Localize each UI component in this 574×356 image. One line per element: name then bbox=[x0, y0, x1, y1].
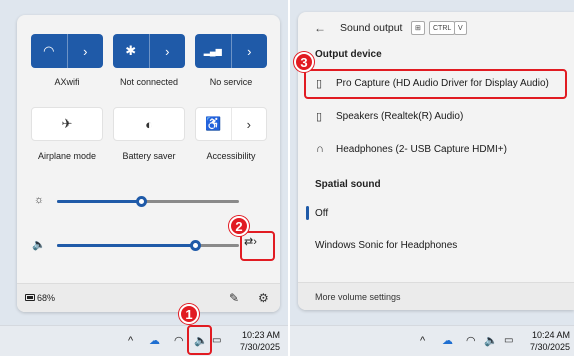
wifi-chevron-icon[interactable]: › bbox=[66, 34, 104, 68]
edit-pencil-icon[interactable]: ✎ bbox=[229, 291, 239, 305]
bluetooth-tile[interactable]: ✱ › bbox=[113, 34, 185, 68]
back-arrow-icon[interactable]: ← bbox=[314, 21, 326, 35]
bluetooth-label: Not connected bbox=[119, 77, 179, 87]
speaker-icon[interactable]: 🔈 bbox=[32, 238, 46, 251]
spatial-sound-heading: Spatial sound bbox=[315, 179, 381, 190]
accessibility-tile[interactable]: ♿ › bbox=[195, 107, 267, 141]
sound-output-title: Sound output bbox=[340, 22, 403, 34]
battery-tray-icon[interactable]: ▭ bbox=[504, 335, 513, 346]
onedrive-cloud-icon[interactable]: ☁ bbox=[149, 334, 160, 347]
taskbar-right: ^ ☁ ◠ 🔈 ▭ 10:24 AM 7/30/2025 bbox=[290, 325, 574, 356]
callout-badge-3: 3 bbox=[294, 52, 314, 72]
taskbar-left: ^ ☁ ◠ 🔈 ▭ 10:23 AM 7/30/2025 bbox=[0, 325, 288, 356]
battery-percentage: 68% bbox=[37, 293, 56, 303]
settings-gear-icon[interactable]: ⚙ bbox=[258, 291, 269, 305]
cellular-tile[interactable]: ▂▄▆ › bbox=[195, 34, 267, 68]
accessibility-chevron-icon[interactable]: › bbox=[230, 108, 267, 140]
windows-key-icon: ⊞ bbox=[411, 21, 425, 35]
device-name: Headphones (2- USB Capture HDMI+) bbox=[336, 143, 507, 155]
volume-fill bbox=[57, 244, 196, 247]
network-wifi-icon[interactable]: ◠ bbox=[174, 334, 184, 347]
volume-thumb[interactable] bbox=[190, 240, 202, 251]
airplane-icon[interactable]: ✈ bbox=[32, 108, 102, 140]
output-device-heading: Output device bbox=[315, 49, 382, 60]
v-key: V bbox=[454, 21, 467, 35]
airplane-mode-label: Airplane mode bbox=[37, 151, 97, 161]
taskbar-time: 10:23 AM bbox=[241, 330, 280, 340]
device-name: Speakers (Realtek(R) Audio) bbox=[336, 110, 464, 122]
callout-badge-1: 1 bbox=[179, 304, 199, 324]
onedrive-cloud-icon[interactable]: ☁ bbox=[442, 334, 453, 347]
callout-box-manage-devices bbox=[240, 231, 275, 261]
ctrl-key: CTRL bbox=[429, 21, 456, 35]
speaker-device-icon: ▯ bbox=[316, 110, 323, 123]
quick-settings-footer: 68% ✎ ⚙ bbox=[17, 283, 280, 312]
bluetooth-chevron-icon[interactable]: › bbox=[148, 34, 186, 68]
callout-badge-2: 2 bbox=[229, 216, 249, 236]
spatial-option-windows-sonic[interactable]: Windows Sonic for Headphones bbox=[306, 230, 568, 260]
spatial-option-label: Off bbox=[315, 207, 329, 219]
device-row-speakers[interactable]: ▯ Speakers (Realtek(R) Audio) bbox=[306, 101, 568, 131]
battery-saver-tile[interactable]: ◐ bbox=[113, 107, 185, 141]
brightness-thumb[interactable] bbox=[135, 196, 147, 207]
volume-tray-icon[interactable]: 🔈 bbox=[484, 334, 498, 347]
brightness-slider[interactable] bbox=[57, 196, 239, 207]
spatial-option-off[interactable]: Off bbox=[306, 198, 568, 228]
taskbar-clock[interactable]: 10:24 AM 7/30/2025 bbox=[522, 329, 570, 353]
wifi-icon[interactable]: ◠ bbox=[31, 34, 67, 68]
cellular-label: No service bbox=[209, 77, 253, 87]
battery-tray-icon[interactable]: ▭ bbox=[212, 335, 221, 346]
show-hidden-icons-chevron-icon[interactable]: ^ bbox=[128, 335, 133, 347]
cellular-icon[interactable]: ▂▄▆ bbox=[195, 34, 231, 68]
brightness-icon: ☼ bbox=[34, 194, 45, 206]
sound-output-panel: ← Sound output ⊞ CTRL V Output device ▯ … bbox=[298, 12, 574, 310]
taskbar-date: 7/30/2025 bbox=[529, 342, 570, 352]
callout-box-pro-capture bbox=[304, 69, 567, 99]
network-wifi-icon[interactable]: ◠ bbox=[466, 334, 476, 347]
volume-slider[interactable] bbox=[57, 240, 239, 251]
battery-saver-icon[interactable]: ◐ bbox=[114, 108, 184, 140]
airplane-mode-tile[interactable]: ✈ bbox=[31, 107, 103, 141]
wifi-label: AXwifi bbox=[54, 77, 80, 87]
battery-icon bbox=[25, 294, 35, 301]
spatial-option-label: Windows Sonic for Headphones bbox=[315, 239, 458, 251]
device-row-headphones[interactable]: ∩ Headphones (2- USB Capture HDMI+) bbox=[306, 134, 568, 164]
brightness-fill bbox=[57, 200, 141, 203]
taskbar-time: 10:24 AM bbox=[531, 330, 570, 340]
callout-box-volume-tray bbox=[187, 325, 212, 355]
bluetooth-icon[interactable]: ✱ bbox=[113, 34, 149, 68]
sound-output-footer: More volume settings bbox=[298, 282, 574, 310]
accessibility-label: Accessibility bbox=[206, 151, 256, 161]
more-volume-settings-link[interactable]: More volume settings bbox=[315, 292, 401, 302]
battery-saver-label: Battery saver bbox=[122, 151, 176, 161]
accessibility-icon[interactable]: ♿ bbox=[196, 108, 231, 140]
taskbar-date: 7/30/2025 bbox=[239, 342, 280, 352]
cellular-chevron-icon[interactable]: › bbox=[230, 34, 268, 68]
show-hidden-icons-chevron-icon[interactable]: ^ bbox=[420, 335, 425, 347]
headphones-icon: ∩ bbox=[316, 143, 324, 155]
wifi-tile[interactable]: ◠ › bbox=[31, 34, 103, 68]
taskbar-clock[interactable]: 10:23 AM 7/30/2025 bbox=[230, 329, 280, 353]
quick-settings-panel: ◠ › AXwifi ✱ › Not connected ▂▄▆ › No se… bbox=[17, 15, 280, 312]
